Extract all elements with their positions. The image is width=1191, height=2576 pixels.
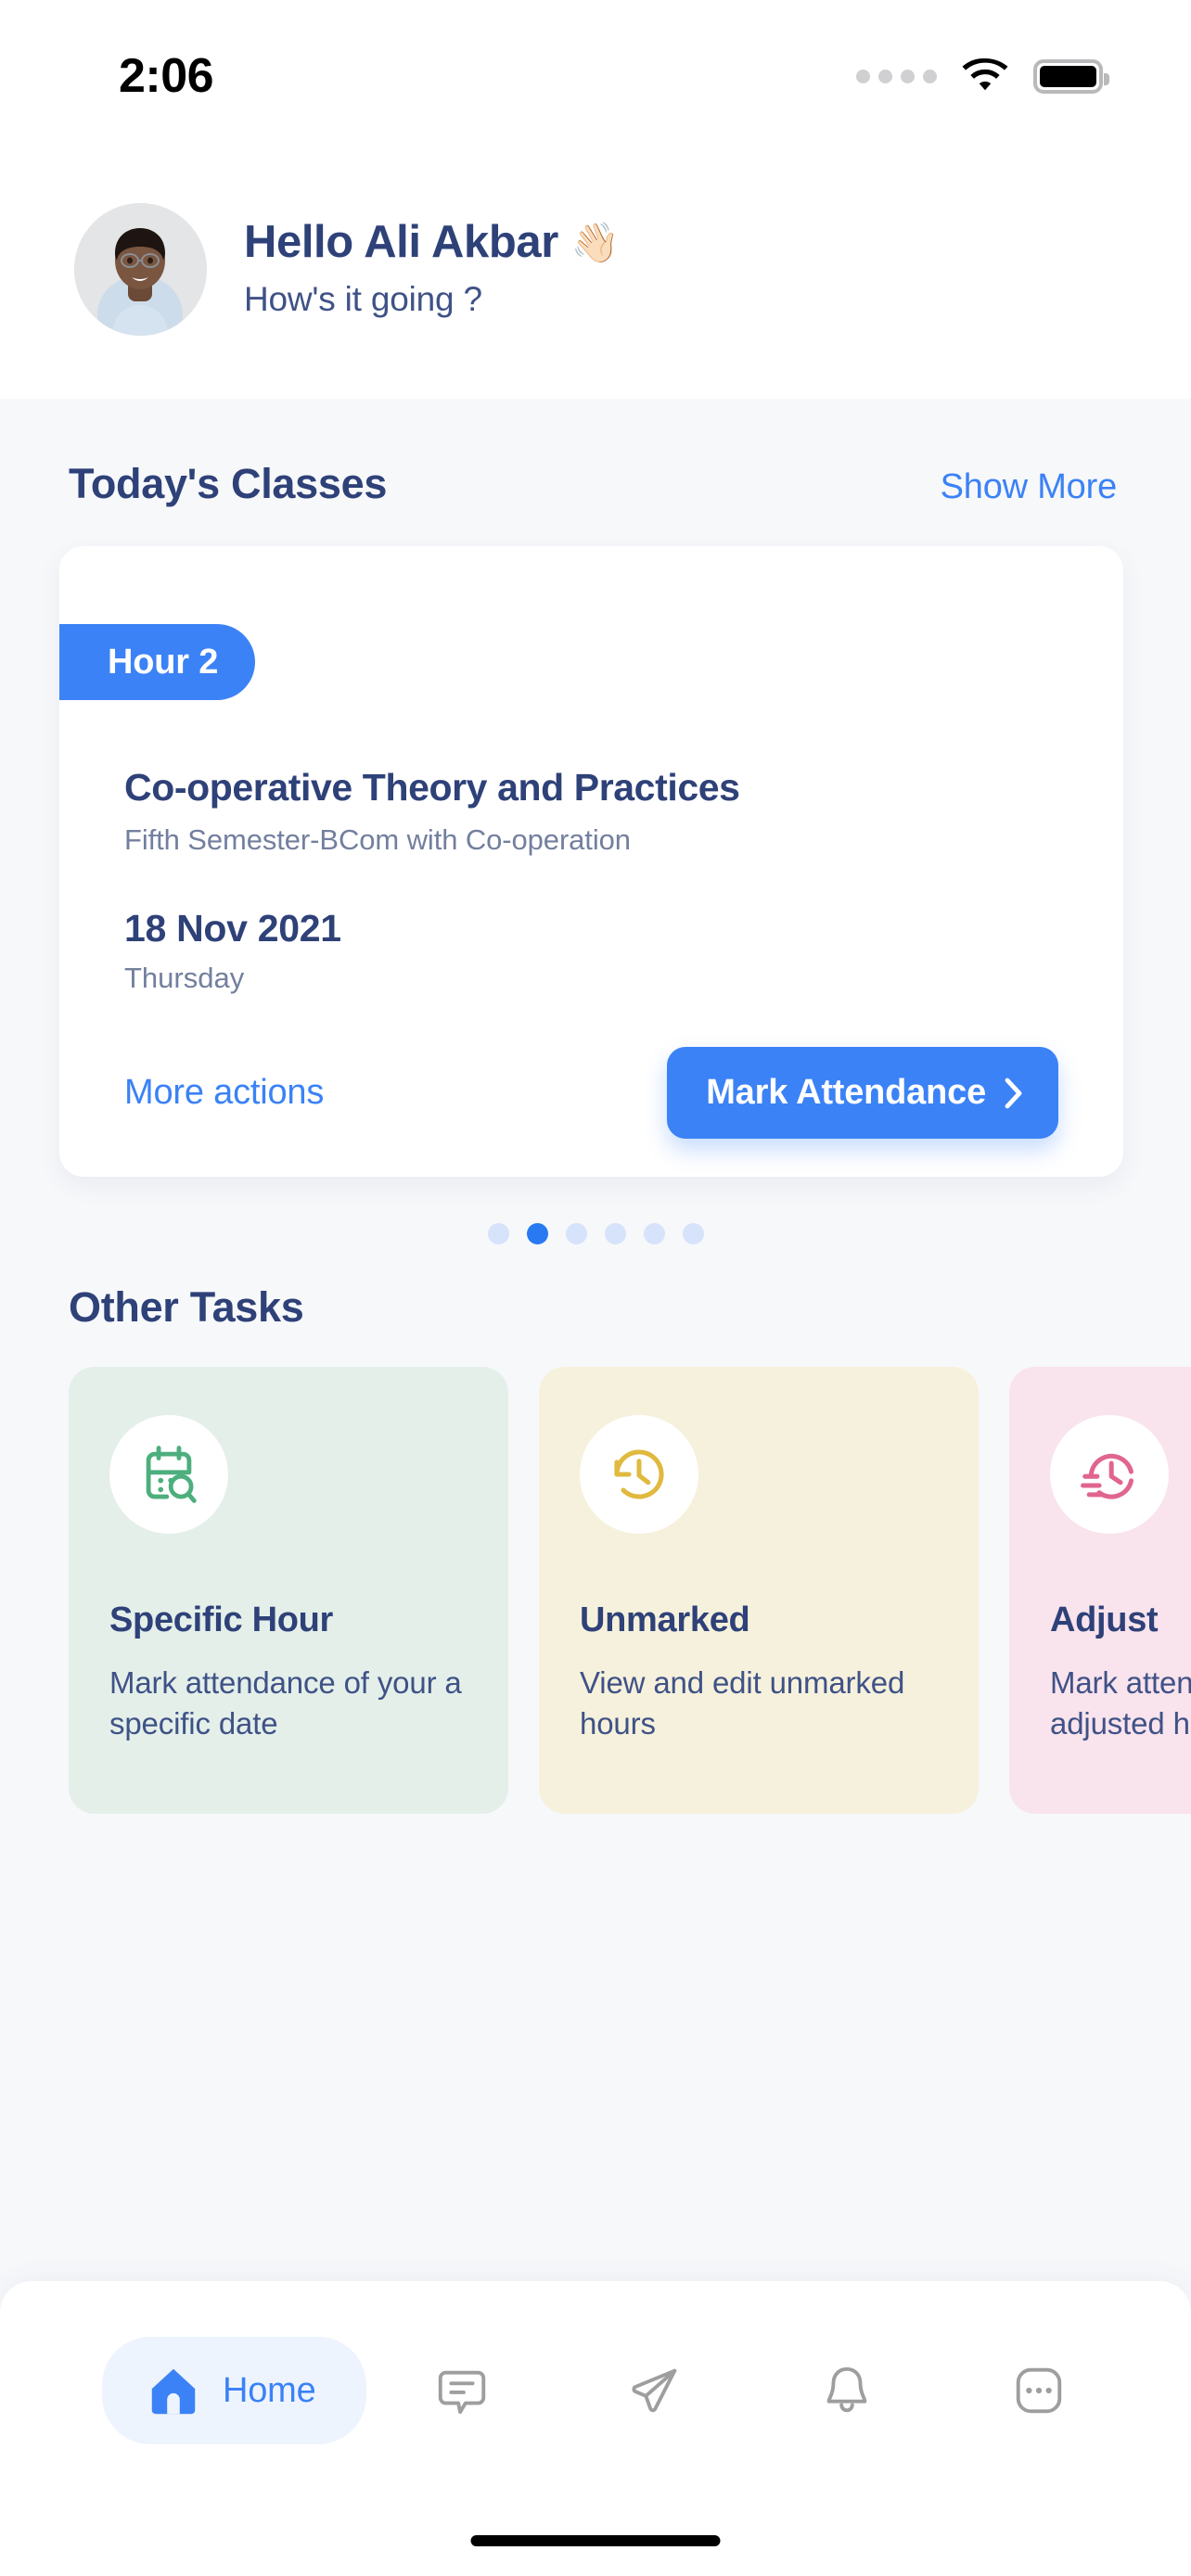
todays-classes-header: Today's Classes Show More — [0, 399, 1191, 508]
pagination-dot[interactable] — [643, 1223, 665, 1244]
class-date: 18 Nov 2021 — [124, 907, 341, 950]
task-description: View and edit unmarked hours — [580, 1665, 905, 1741]
waving-hand-icon: 👋🏻 — [570, 221, 621, 264]
calendar-search-icon — [109, 1415, 228, 1534]
nav-item-home[interactable]: Home — [102, 2337, 366, 2444]
nav-items: Home — [0, 2281, 1191, 2444]
avatar[interactable] — [74, 202, 207, 336]
app-screen: 2:06 Hello Ali Akbar 👋🏻 How's it going ?… — [0, 0, 1191, 2576]
battery-full-icon — [1033, 58, 1109, 94]
nav-item-messages[interactable] — [366, 2362, 558, 2419]
bottom-navigation: Home — [0, 2281, 1191, 2576]
task-title: Adjust — [1050, 1600, 1159, 1639]
status-indicators — [856, 58, 1109, 94]
bell-icon — [826, 2366, 867, 2413]
course-subtitle: Fifth Semester-BCom with Co-operation — [124, 823, 631, 857]
task-title: Specific Hour — [109, 1600, 334, 1639]
pagination-dot[interactable] — [682, 1223, 704, 1244]
greeting-subtitle: How's it going ? — [244, 279, 482, 318]
task-description: Mark attendance of your adjusted hour — [1050, 1665, 1191, 1741]
hour-badge: Hour 2 — [59, 624, 256, 700]
signal-dots-icon — [856, 69, 937, 83]
other-tasks-carousel[interactable]: Specific Hour Mark attendance of your a … — [0, 1332, 1191, 1814]
nav-label-home: Home — [223, 2370, 316, 2410]
clock-rotate-left-icon — [580, 1415, 698, 1534]
nav-item-notifications[interactable] — [750, 2362, 942, 2419]
greeting-header: Hello Ali Akbar 👋🏻 How's it going ? — [0, 139, 1191, 399]
pagination-dot[interactable] — [604, 1223, 626, 1244]
class-card[interactable]: Hour 2 Co-operative Theory and Practices… — [59, 546, 1123, 1177]
course-title: Co-operative Theory and Practices — [124, 766, 740, 809]
pagination-dot[interactable] — [487, 1223, 509, 1244]
pagination-dot-active[interactable] — [526, 1223, 548, 1244]
section-title-other-tasks: Other Tasks — [69, 1283, 304, 1331]
mark-attendance-button[interactable]: Mark Attendance — [667, 1047, 1058, 1140]
nav-item-send[interactable] — [558, 2362, 750, 2419]
class-day: Thursday — [124, 962, 245, 995]
hour-badge-label: Hour 2 — [108, 642, 219, 682]
task-title: Unmarked — [580, 1600, 750, 1639]
status-time: 2:06 — [119, 49, 214, 103]
carousel-pagination[interactable] — [0, 1223, 1191, 1244]
task-card-specific-hour[interactable]: Specific Hour Mark attendance of your a … — [69, 1367, 508, 1814]
task-card-adjust[interactable]: Adjust Mark attendance of your adjusted … — [1009, 1367, 1191, 1814]
chat-bubble-icon — [439, 2370, 486, 2415]
pagination-dot[interactable] — [565, 1223, 587, 1244]
main-content: Today's Classes Show More Hour 2 Co-oper… — [0, 399, 1191, 2281]
more-actions-link[interactable]: More actions — [124, 1073, 324, 1113]
greeting-block: Hello Ali Akbar 👋🏻 How's it going ? — [244, 217, 621, 318]
page-title: Hello Ali Akbar — [244, 217, 558, 268]
nav-item-more[interactable] — [943, 2362, 1135, 2419]
status-bar: 2:06 — [0, 0, 1191, 139]
home-indicator — [470, 2535, 721, 2546]
home-icon — [151, 2368, 196, 2415]
paper-plane-icon — [632, 2368, 676, 2413]
mark-attendance-label: Mark Attendance — [706, 1073, 986, 1113]
clock-history-icon — [1050, 1415, 1169, 1534]
show-more-link[interactable]: Show More — [941, 467, 1118, 507]
section-title-todays-classes: Today's Classes — [69, 460, 388, 507]
task-card-unmarked[interactable]: Unmarked View and edit unmarked hours — [539, 1367, 979, 1814]
class-card-actions: More actions Mark Attendance — [124, 1047, 1075, 1140]
more-dots-icon — [1017, 2367, 1062, 2414]
task-description: Mark attendance of your a specific date — [109, 1665, 462, 1741]
wifi-icon — [962, 58, 1008, 91]
chevron-right-icon — [1005, 1078, 1022, 1108]
